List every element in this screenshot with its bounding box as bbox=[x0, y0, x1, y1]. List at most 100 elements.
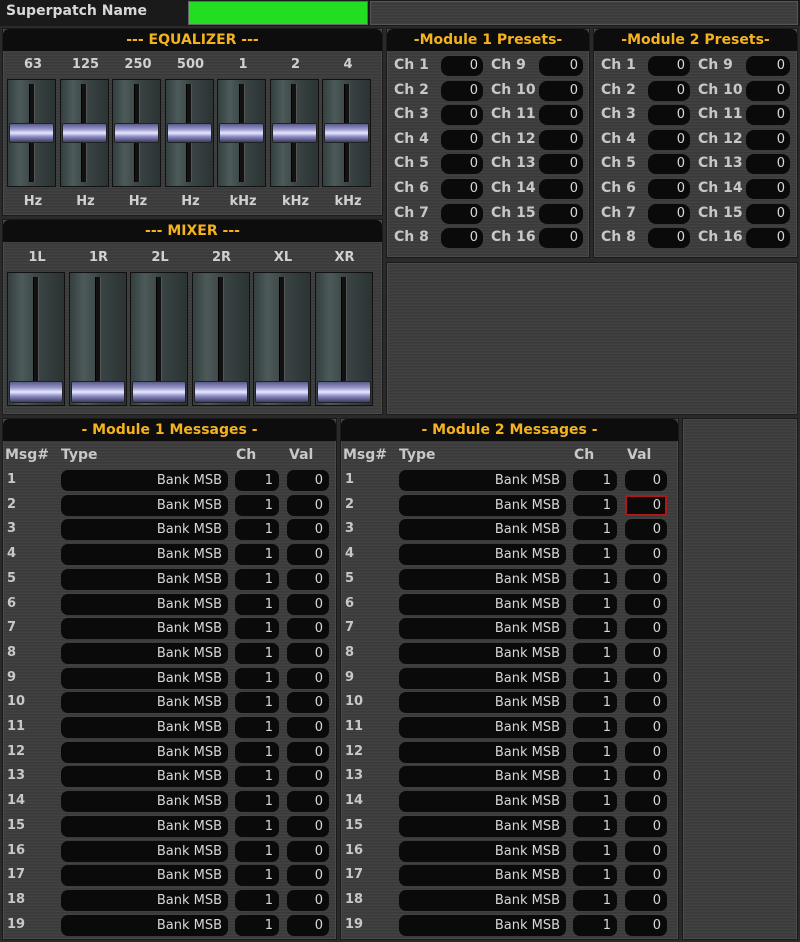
module1-message-row-type[interactable]: Bank MSB bbox=[61, 717, 228, 738]
module1-message-row-type[interactable]: Bank MSB bbox=[61, 865, 228, 887]
module1-message-row-type[interactable]: Bank MSB bbox=[61, 840, 228, 862]
module2-message-row-channel[interactable]: 1 bbox=[573, 815, 617, 837]
eq-slider-knob[interactable] bbox=[219, 123, 264, 143]
module2-message-row-channel[interactable]: 1 bbox=[573, 593, 617, 615]
module2-preset-channel-value[interactable]: 0 bbox=[648, 179, 690, 199]
module1-message-row-value[interactable]: 0 bbox=[287, 717, 329, 738]
module2-message-row-type[interactable]: Bank MSB bbox=[399, 568, 566, 590]
module2-message-row-value[interactable]: 0 bbox=[625, 494, 667, 516]
mixer-slider[interactable] bbox=[130, 272, 188, 406]
module2-preset-channel-value[interactable]: 0 bbox=[746, 129, 790, 150]
module2-preset-channel-value[interactable]: 0 bbox=[648, 203, 690, 224]
module2-message-row-type[interactable]: Bank MSB bbox=[399, 889, 566, 911]
module2-preset-channel-value[interactable]: 0 bbox=[648, 154, 690, 175]
module1-preset-channel-value[interactable]: 0 bbox=[539, 105, 583, 126]
eq-slider[interactable] bbox=[59, 79, 109, 187]
module1-message-row-type[interactable]: Bank MSB bbox=[61, 544, 228, 566]
superpatch-name-field[interactable] bbox=[188, 1, 368, 25]
module2-message-row-value[interactable]: 0 bbox=[625, 865, 667, 887]
module2-preset-channel-value[interactable]: 0 bbox=[746, 105, 790, 126]
module2-message-row-value[interactable]: 0 bbox=[625, 815, 667, 837]
module1-message-row-channel[interactable]: 1 bbox=[235, 717, 279, 738]
module2-message-row-channel[interactable]: 1 bbox=[573, 618, 617, 640]
mixer-slider-knob[interactable] bbox=[316, 381, 371, 403]
module2-message-row-value[interactable]: 0 bbox=[625, 568, 667, 590]
module2-preset-channel-value[interactable]: 0 bbox=[648, 56, 690, 76]
module2-message-row-channel[interactable]: 1 bbox=[573, 914, 617, 936]
module1-preset-channel-value[interactable]: 0 bbox=[441, 154, 483, 175]
module2-preset-channel-value[interactable]: 0 bbox=[648, 228, 690, 249]
module2-preset-channel-value[interactable]: 0 bbox=[648, 80, 690, 101]
module2-message-row-type[interactable]: Bank MSB bbox=[399, 519, 566, 541]
module1-message-row-channel[interactable]: 1 bbox=[235, 667, 279, 689]
mixer-slider[interactable] bbox=[68, 272, 127, 406]
module1-message-row-channel[interactable]: 1 bbox=[235, 618, 279, 640]
module2-preset-channel-value[interactable]: 0 bbox=[746, 80, 790, 101]
module2-message-row-value[interactable]: 0 bbox=[625, 519, 667, 541]
module1-message-row-channel[interactable]: 1 bbox=[235, 642, 279, 664]
module2-message-row-channel[interactable]: 1 bbox=[573, 494, 617, 516]
module2-preset-channel-value[interactable]: 0 bbox=[746, 56, 790, 76]
module1-message-row-type[interactable]: Bank MSB bbox=[61, 766, 228, 788]
module1-message-row-type[interactable]: Bank MSB bbox=[61, 519, 228, 541]
module1-message-row-type[interactable]: Bank MSB bbox=[61, 914, 228, 936]
module2-message-row-channel[interactable]: 1 bbox=[573, 692, 617, 714]
module2-preset-channel-value[interactable]: 0 bbox=[648, 129, 690, 150]
module2-message-row-value[interactable]: 0 bbox=[625, 717, 667, 738]
module2-message-row-channel[interactable]: 1 bbox=[573, 568, 617, 590]
mixer-slider-knob[interactable] bbox=[193, 381, 248, 403]
module2-message-row-channel[interactable]: 1 bbox=[573, 470, 617, 491]
module1-message-row-type[interactable]: Bank MSB bbox=[61, 568, 228, 590]
mixer-slider[interactable] bbox=[7, 272, 65, 406]
module2-message-row-value[interactable]: 0 bbox=[625, 766, 667, 788]
module1-message-row-value[interactable]: 0 bbox=[287, 642, 329, 664]
module1-message-row-channel[interactable]: 1 bbox=[235, 544, 279, 566]
module2-message-row-channel[interactable]: 1 bbox=[573, 642, 617, 664]
module1-message-row-value[interactable]: 0 bbox=[287, 914, 329, 936]
eq-slider[interactable] bbox=[217, 79, 266, 187]
module1-message-row-value[interactable]: 0 bbox=[287, 568, 329, 590]
module2-message-row-type[interactable]: Bank MSB bbox=[399, 618, 566, 640]
eq-slider[interactable] bbox=[269, 79, 319, 187]
module2-message-row-value[interactable]: 0 bbox=[625, 470, 667, 491]
module1-message-row-value[interactable]: 0 bbox=[287, 766, 329, 788]
module1-message-row-value[interactable]: 0 bbox=[287, 865, 329, 887]
mixer-slider[interactable] bbox=[253, 272, 311, 406]
module2-message-row-type[interactable]: Bank MSB bbox=[399, 692, 566, 714]
module1-message-row-type[interactable]: Bank MSB bbox=[61, 470, 228, 491]
module2-message-row-value[interactable]: 0 bbox=[625, 741, 667, 763]
mixer-slider[interactable] bbox=[314, 272, 373, 406]
module1-message-row-channel[interactable]: 1 bbox=[235, 889, 279, 911]
module2-message-row-value[interactable]: 0 bbox=[625, 889, 667, 911]
module2-message-row-type[interactable]: Bank MSB bbox=[399, 791, 566, 813]
module2-message-row-channel[interactable]: 1 bbox=[573, 889, 617, 911]
module2-message-row-channel[interactable]: 1 bbox=[573, 667, 617, 689]
module1-message-row-channel[interactable]: 1 bbox=[235, 470, 279, 491]
module2-preset-channel-value[interactable]: 0 bbox=[648, 105, 690, 126]
module1-preset-channel-value[interactable]: 0 bbox=[441, 129, 483, 150]
module1-message-row-value[interactable]: 0 bbox=[287, 889, 329, 911]
module2-message-row-value[interactable]: 0 bbox=[625, 593, 667, 615]
module2-message-row-type[interactable]: Bank MSB bbox=[399, 815, 566, 837]
module1-message-row-value[interactable]: 0 bbox=[287, 470, 329, 491]
module2-message-row-value[interactable]: 0 bbox=[625, 544, 667, 566]
mixer-slider-knob[interactable] bbox=[9, 381, 63, 403]
mixer-slider[interactable] bbox=[191, 272, 250, 406]
module1-message-row-channel[interactable]: 1 bbox=[235, 741, 279, 763]
eq-slider[interactable] bbox=[322, 79, 371, 187]
mixer-slider-knob[interactable] bbox=[70, 381, 125, 403]
module1-message-row-type[interactable]: Bank MSB bbox=[61, 494, 228, 516]
module2-preset-channel-value[interactable]: 0 bbox=[746, 228, 790, 249]
module1-message-row-type[interactable]: Bank MSB bbox=[61, 593, 228, 615]
module2-message-row-value[interactable]: 0 bbox=[625, 642, 667, 664]
module1-message-row-value[interactable]: 0 bbox=[287, 544, 329, 566]
module1-message-row-channel[interactable]: 1 bbox=[235, 568, 279, 590]
module2-message-row-value[interactable]: 0 bbox=[625, 618, 667, 640]
module1-message-row-type[interactable]: Bank MSB bbox=[61, 791, 228, 813]
module1-preset-channel-value[interactable]: 0 bbox=[441, 105, 483, 126]
module2-message-row-channel[interactable]: 1 bbox=[573, 766, 617, 788]
module1-message-row-channel[interactable]: 1 bbox=[235, 519, 279, 541]
module2-message-row-channel[interactable]: 1 bbox=[573, 544, 617, 566]
module2-message-row-type[interactable]: Bank MSB bbox=[399, 865, 566, 887]
module2-message-row-channel[interactable]: 1 bbox=[573, 840, 617, 862]
